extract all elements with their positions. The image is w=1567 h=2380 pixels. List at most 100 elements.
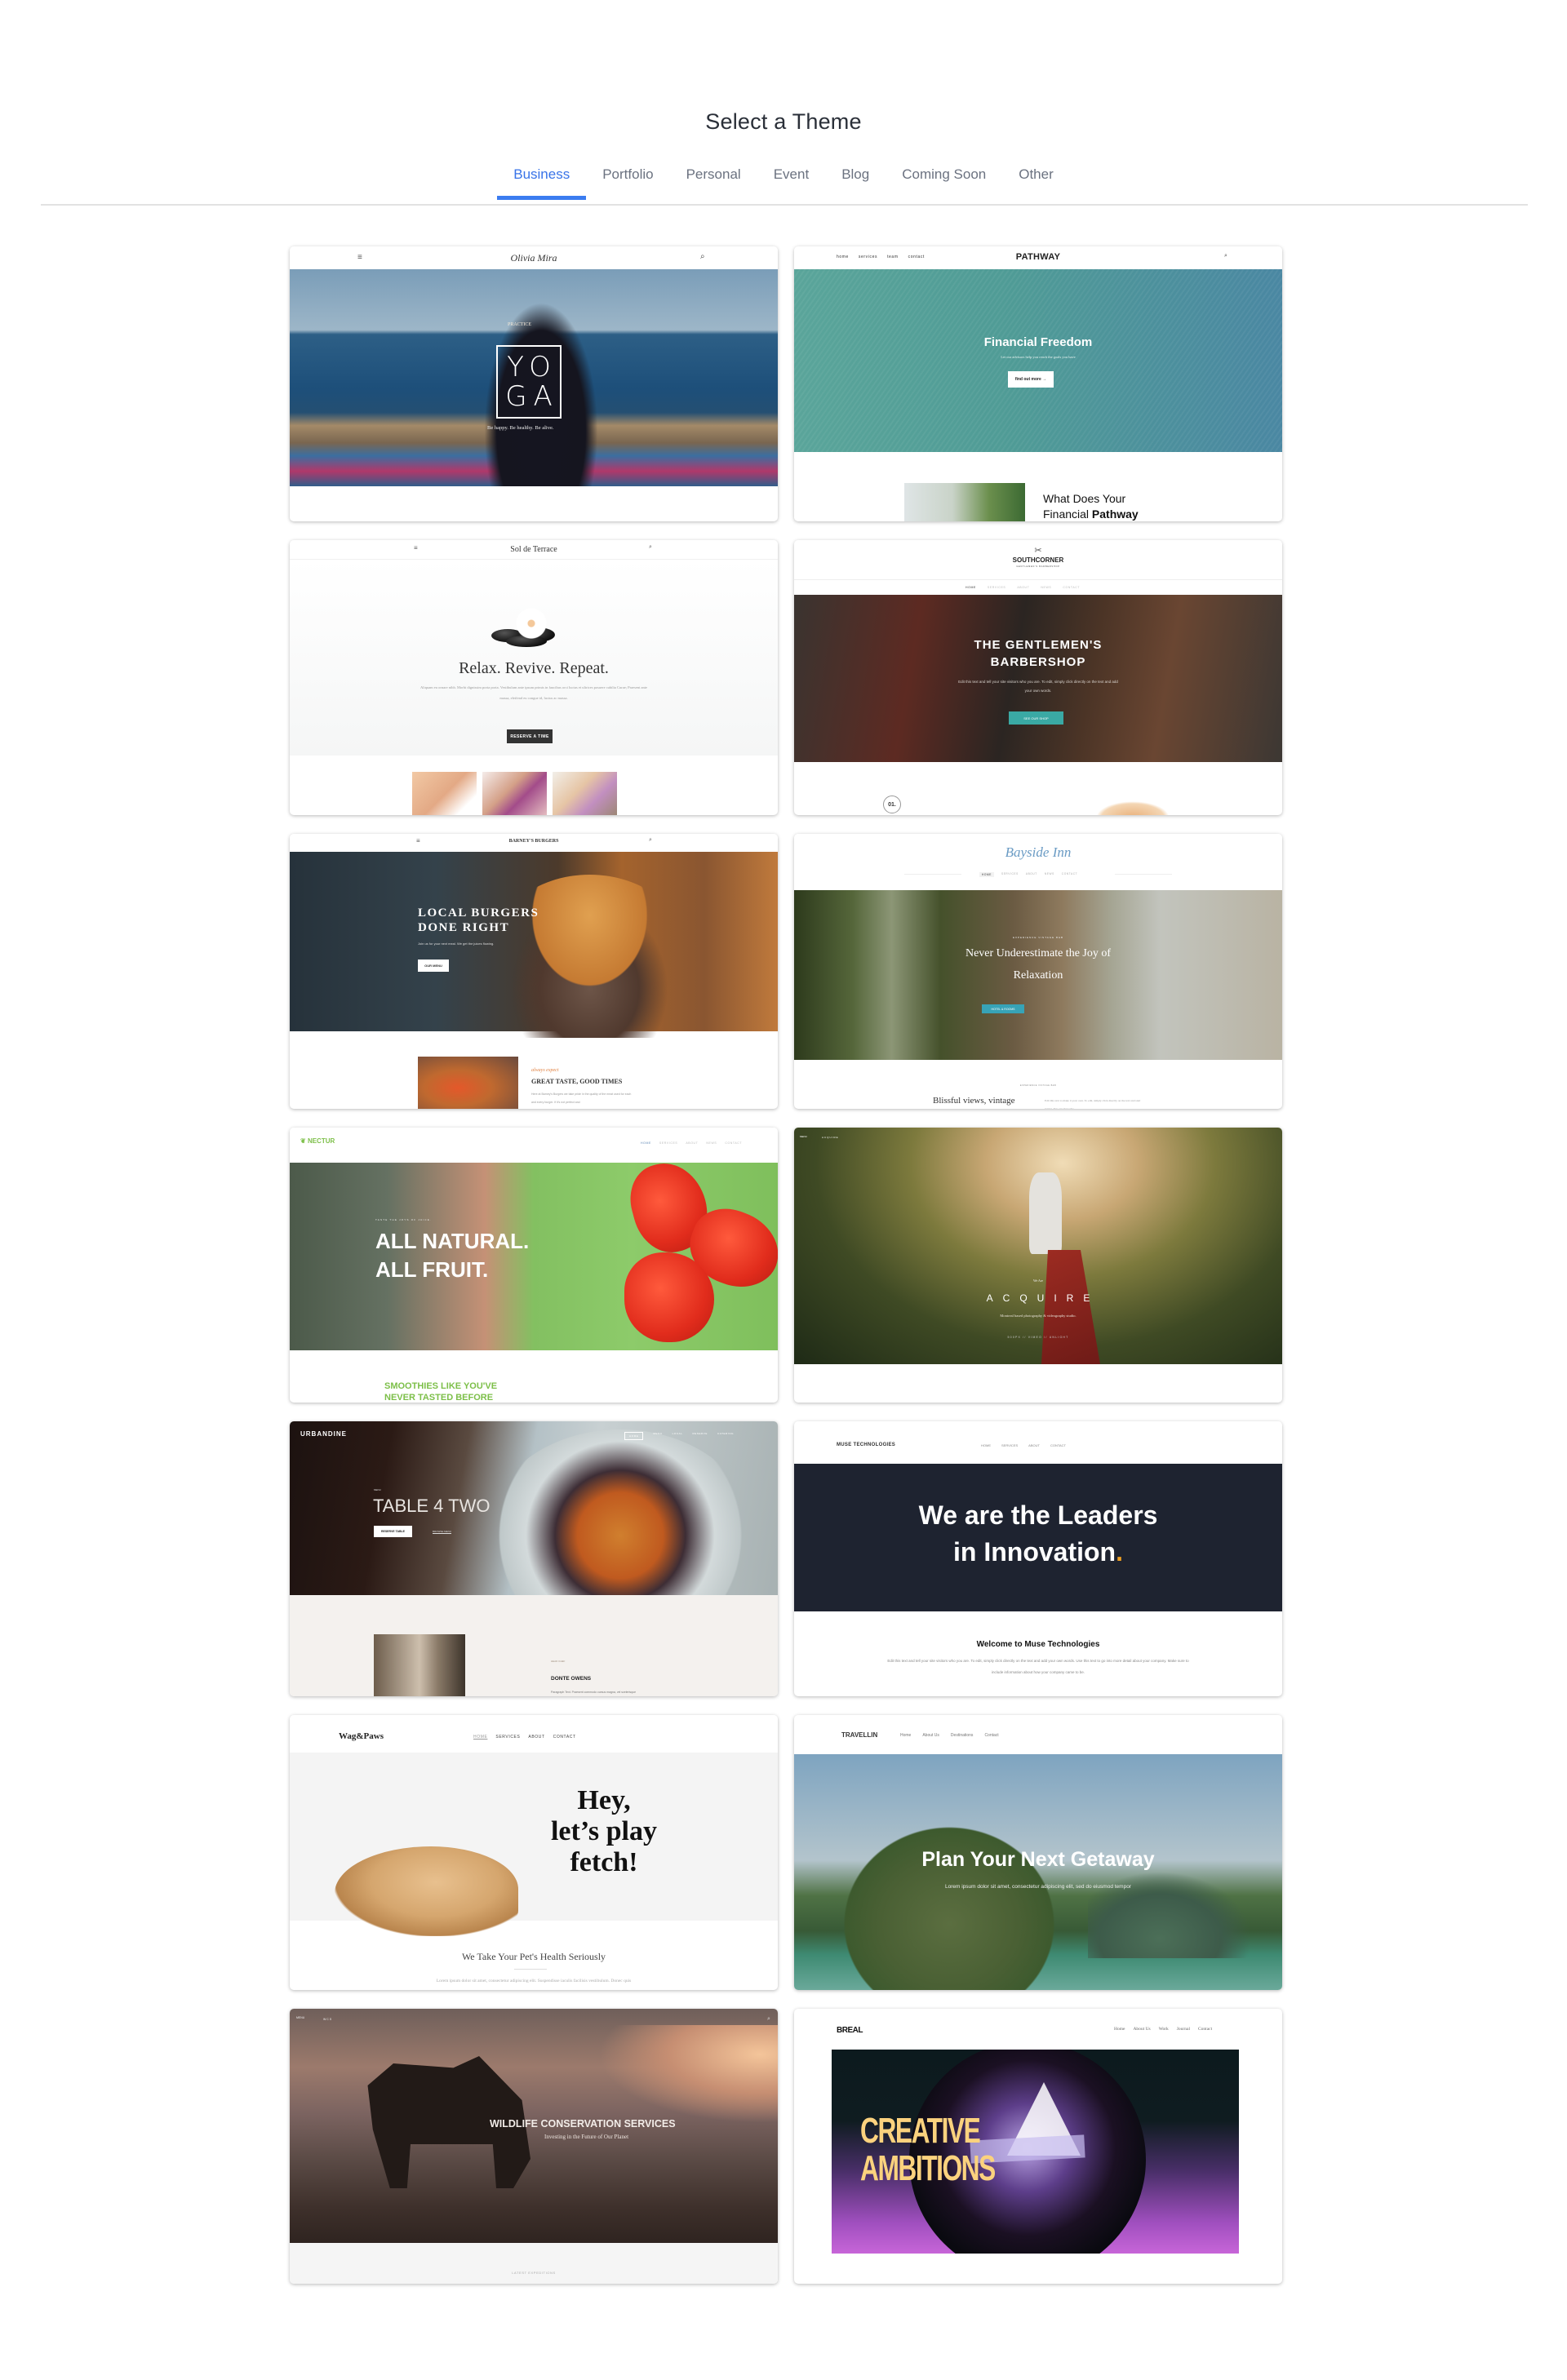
preview-navbar: ≡ Olivia Mira ⌕ — [290, 246, 778, 269]
theme-card-olivia-mira[interactable]: ≡ Olivia Mira ⌕ PRACTICE YO GA Be happy.… — [290, 246, 778, 521]
hero-image: LOCAL BURGERS DONE RIGHT Join us for you… — [290, 852, 778, 1038]
nav-link: Journal — [1176, 2027, 1190, 2032]
nav-link: ABOUT — [686, 1141, 699, 1145]
nav-rule — [904, 874, 961, 875]
gallery-image — [482, 772, 547, 815]
preview-navbar: ≡ Sol de Terrace ⌕ — [290, 540, 778, 560]
theme-thumbnail: home services team contact PATHWAY ⌕ Fin… — [794, 246, 1282, 521]
preview-nav-links: HOME SERVICES ABOUT NEWS CONTACT — [966, 586, 1080, 589]
hero-title-text: in Innovation — [953, 1537, 1116, 1567]
chef-section — [290, 1595, 778, 1696]
nav-link: Destinations — [950, 1733, 974, 1738]
hero-image: URBANDINE HOME MENU LOCAL RESERVE CATERI… — [290, 1421, 778, 1642]
hero-title-line1: THE GENTLEMEN'S — [974, 638, 1103, 652]
karst-island — [827, 1811, 1072, 1990]
theme-card-pathway[interactable]: home services team contact PATHWAY ⌕ Fin… — [794, 246, 1282, 521]
theme-thumbnail: MENU ACQUIRE We Are ACQUIRE Montreal bas… — [794, 1128, 1282, 1403]
hero-title-line2: Relaxation — [1013, 969, 1063, 982]
hero-section: Hey, let’s play fetch! — [290, 1753, 778, 1936]
nav-link: Home — [900, 1733, 912, 1738]
nav-link: SERVICES — [495, 1735, 521, 1740]
preview-logo-sub: GENTLEMEN'S BARBERSHOP — [1016, 565, 1060, 568]
preview-logo: WCS — [323, 2018, 333, 2021]
theme-thumbnail: Bayside Inn HOME SERVICES ABOUT NEWS CON… — [794, 834, 1282, 1109]
theme-card-southcorner[interactable]: ✂ SOUTHCORNER GENTLEMEN'S BARBERSHOP HOM… — [794, 540, 1282, 815]
brush-image — [1096, 801, 1170, 815]
section-title: Blissful views, vintage — [933, 1096, 1015, 1106]
nav-link: CONTACT — [1061, 872, 1078, 875]
hero-kicker: We Are — [1032, 1279, 1043, 1283]
section-body: Lorem ipsum dolor sit amet, consectetur … — [436, 1979, 632, 1983]
hero-image: Financial Freedom Let our advisors help … — [794, 269, 1282, 452]
hero-title-line1: Never Underestimate the Joy of — [965, 947, 1112, 960]
section-kicker: LATEST EXPEDITIONS — [512, 2271, 556, 2275]
theme-card-bayside-inn[interactable]: Bayside Inn HOME SERVICES ABOUT NEWS CON… — [794, 834, 1282, 1109]
theme-card-travellin[interactable]: TRAVELLIN Home About Us Destinations Con… — [794, 1715, 1282, 1990]
theme-thumbnail: ✂ SOUTHCORNER GENTLEMEN'S BARBERSHOP HOM… — [794, 540, 1282, 815]
hero-title-line2: GA — [505, 380, 559, 413]
section-title: DONTE OWENS — [551, 1676, 592, 1682]
nav-link: HOME — [966, 586, 976, 589]
tab-blog[interactable]: Blog — [825, 163, 886, 199]
nav-link: NEWS — [1044, 872, 1054, 875]
theme-card-urbandine[interactable]: URBANDINE HOME MENU LOCAL RESERVE CATERI… — [290, 1421, 778, 1696]
theme-thumbnail: ❦ NECTUR HOME SERVICES ABOUT NEWS CONTAC… — [290, 1128, 778, 1403]
nav-link: SERVICES — [1001, 1443, 1019, 1447]
tab-personal[interactable]: Personal — [670, 163, 757, 199]
hero-subtext: Let our advisors help you reach the goal… — [1001, 355, 1076, 359]
theme-card-acquire[interactable]: MENU ACQUIRE We Are ACQUIRE Montreal bas… — [794, 1128, 1282, 1403]
preview-navbar: ≡ BARNEY'S BURGERS ⌕ — [290, 834, 778, 852]
nav-link: SERVICES — [987, 586, 1006, 589]
nav-link: CONTACT — [725, 1141, 743, 1145]
elephant-silhouette — [367, 2056, 530, 2188]
nav-link: NEWS — [706, 1141, 717, 1145]
section-kicker: EXPERIENCE VINTAGE B&B — [1019, 1084, 1057, 1087]
hero-body: Aliquam eu ornare nibh. Morbi dignissim … — [419, 685, 648, 700]
tab-coming-soon[interactable]: Coming Soon — [886, 163, 1002, 199]
search-icon: ⌕ — [767, 2016, 770, 2022]
theme-card-nectur[interactable]: ❦ NECTUR HOME SERVICES ABOUT NEWS CONTAC… — [290, 1128, 778, 1403]
social-links: 500PX // VIMEO // UNLIGHT — [1007, 1336, 1069, 1339]
preview-logo: PATHWAY — [1015, 252, 1061, 262]
tab-other[interactable]: Other — [1002, 163, 1070, 199]
theme-card-muse-technologies[interactable]: MUSE TECHNOLOGIES HOME SERVICES ABOUT CO… — [794, 1421, 1282, 1696]
nav-link: CONTACT — [1063, 586, 1081, 589]
preview-logo: Wag&Paws — [339, 1731, 384, 1741]
section-title-line2: NEVER TASTED BEFORE — [384, 1393, 494, 1403]
hero-title: Plan Your Next Getaway — [921, 1848, 1155, 1871]
hero-kicker: EXPERIENCE VINTAGE B&B — [1013, 936, 1063, 939]
theme-thumbnail: ≡ Olivia Mira ⌕ PRACTICE YO GA Be happy.… — [290, 246, 778, 521]
hero-title-line1: LOCAL BURGERS — [418, 906, 539, 920]
hero-image: THE GENTLEMEN'S BARBERSHOP Edit this tex… — [794, 595, 1282, 762]
section-title: Welcome to Muse Technologies — [976, 1640, 1100, 1649]
hero-image: Plan Your Next Getaway Lorem ipsum dolor… — [794, 1754, 1282, 1990]
distant-islands — [1088, 1860, 1267, 1958]
theme-card-wildlife-conservation[interactable]: MENU WCS ⌕ WILDLIFE CONSERVATION SERVICE… — [290, 2009, 778, 2284]
scissors-icon: ✂ — [1034, 546, 1042, 556]
nav-link: Work — [1158, 2027, 1169, 2032]
gallery-image — [553, 772, 617, 815]
theme-card-breal[interactable]: BREAL Home About Us Work Journal Contact… — [794, 2009, 1282, 2284]
hero-subtext: Lorem ipsum dolor sit amet, consectetur … — [945, 1884, 1131, 1890]
theme-thumbnail: TRAVELLIN Home About Us Destinations Con… — [794, 1715, 1282, 1990]
search-icon: ⌕ — [649, 544, 652, 550]
tab-portfolio[interactable]: Portfolio — [586, 163, 669, 199]
tab-business[interactable]: Business — [497, 163, 587, 200]
strawberry — [624, 1252, 714, 1342]
section-title-line1: SMOOTHIES LIKE YOU'VE — [384, 1381, 498, 1391]
theme-card-sol-de-terrace[interactable]: ≡ Sol de Terrace ⌕ Relax. Revive. Repeat… — [290, 540, 778, 815]
preview-nav-links: HOME SERVICES ABOUT CONTACT — [473, 1735, 576, 1740]
nav-divider — [794, 579, 1282, 580]
theme-card-wag-and-paws[interactable]: Wag&Paws HOME SERVICES ABOUT CONTACT Hey… — [290, 1715, 778, 1990]
step-badge: 01. — [883, 796, 901, 813]
preview-navbar: TRAVELLIN Home About Us Destinations Con… — [794, 1715, 1282, 1754]
tab-event[interactable]: Event — [757, 163, 825, 199]
hero-title: TABLE 4 TWO — [373, 1496, 491, 1516]
hero-button: find out more → — [1008, 371, 1054, 388]
preview-nav-links: HOME SERVICES ABOUT NEWS CONTACT — [979, 872, 1077, 877]
section-body: Paragraph Text. Praesent commodo cursus … — [551, 1691, 637, 1694]
theme-card-barneys-burgers[interactable]: ≡ BARNEY'S BURGERS ⌕ LOCAL BURGERS DONE … — [290, 834, 778, 1109]
preview-logo: MUSE TECHNOLOGIES — [837, 1443, 896, 1447]
hero-title-line2: AMBITIONS — [860, 2148, 996, 2188]
sunset-clouds — [598, 2025, 778, 2123]
